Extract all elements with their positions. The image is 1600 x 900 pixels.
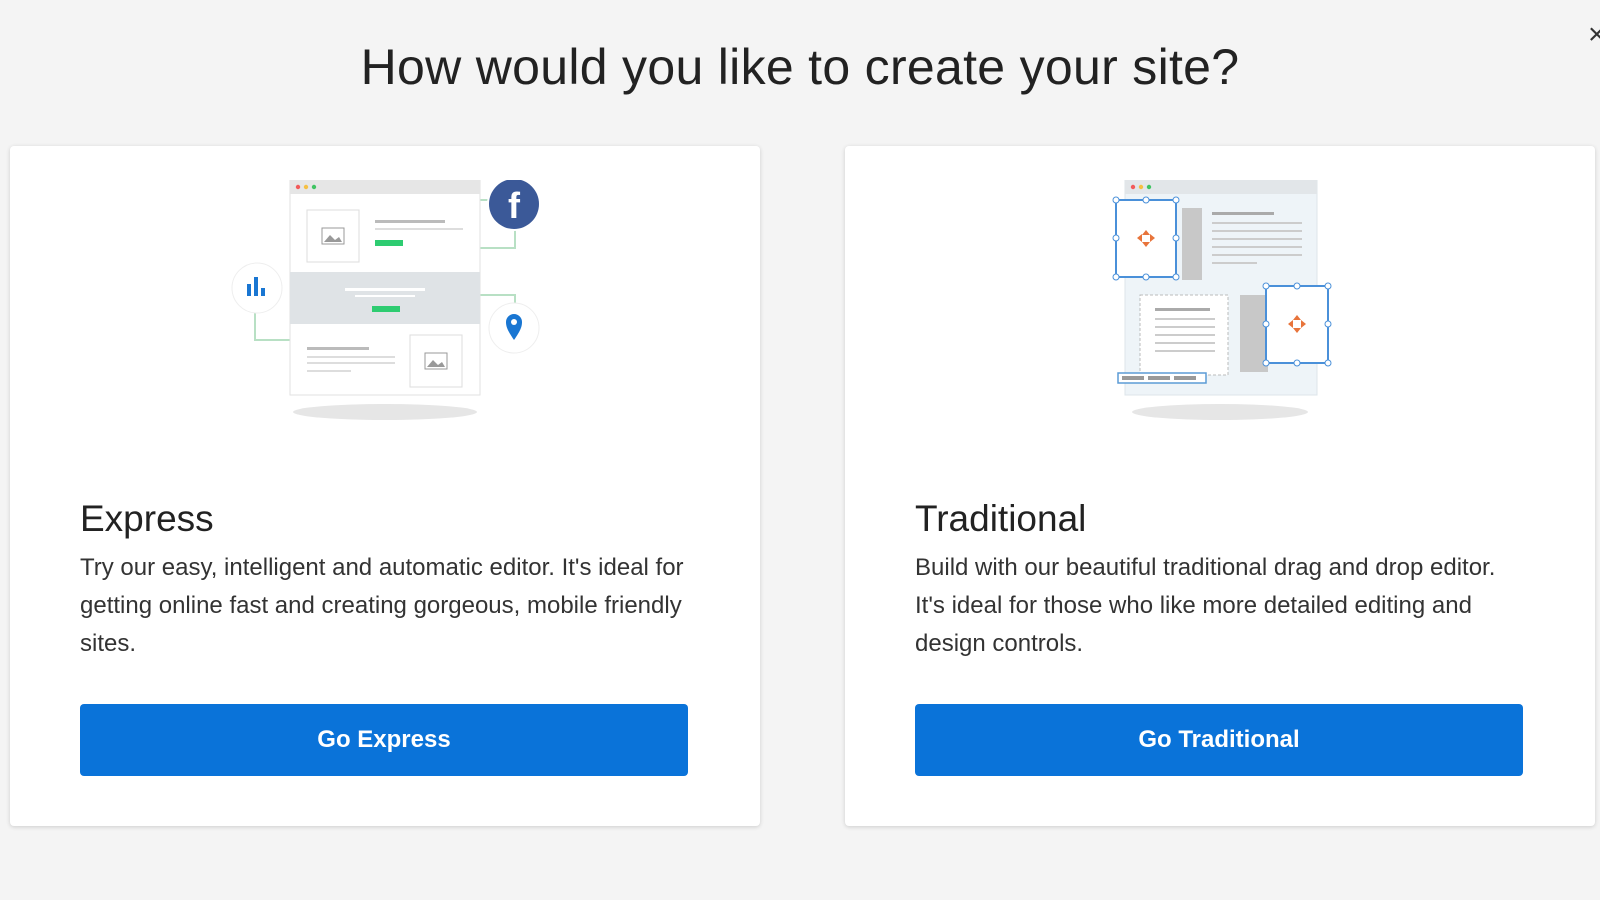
page: × How would you like to create your site… (0, 0, 1600, 900)
page-title: How would you like to create your site? (360, 39, 1240, 95)
go-express-button[interactable]: Go Express (80, 704, 688, 776)
browser-mockup-icon (1112, 180, 1332, 420)
facebook-icon: f (487, 180, 541, 231)
move-arrows-icon (1112, 196, 1180, 281)
traditional-illustration (845, 180, 1595, 440)
express-card[interactable]: f Express Try our easy, intelligent and (10, 146, 760, 826)
map-pin-icon (488, 302, 540, 354)
express-illustration: f (10, 180, 760, 440)
express-description: Try our easy, intelligent and automatic … (80, 554, 684, 657)
browser-mockup-icon: f (231, 180, 541, 420)
bar-chart-icon (231, 262, 283, 314)
move-arrows-icon (1262, 282, 1332, 367)
traditional-description: Build with our beautiful traditional dra… (915, 554, 1496, 657)
go-traditional-button[interactable]: Go Traditional (915, 704, 1523, 776)
svg-text:f: f (508, 185, 521, 226)
express-title: Express (80, 498, 214, 539)
traditional-card[interactable]: Traditional Build with our beautiful tra… (845, 146, 1595, 826)
traditional-title: Traditional (915, 498, 1087, 539)
